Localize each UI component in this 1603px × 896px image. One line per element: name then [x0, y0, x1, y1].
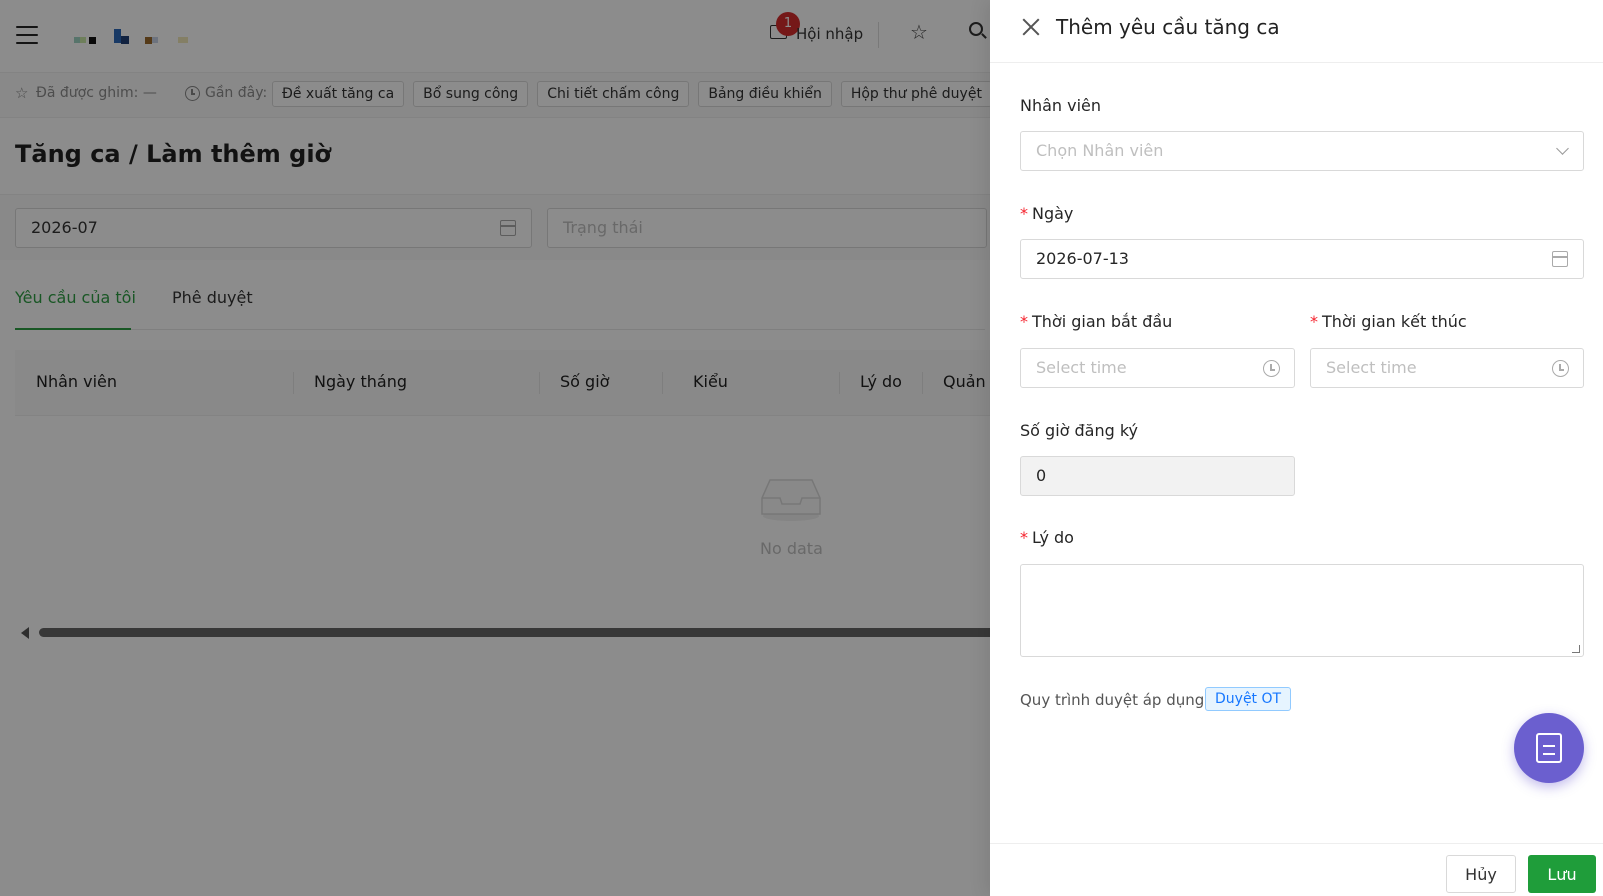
save-button[interactable]: Lưu: [1528, 855, 1596, 893]
end-time-label: * Thời gian kết thúc: [1310, 312, 1467, 331]
required-mark: *: [1020, 312, 1028, 331]
start-time-label: * Thời gian bắt đầu: [1020, 312, 1173, 331]
clock-icon: [1263, 360, 1280, 377]
chevron-down-icon: [1556, 142, 1569, 155]
cancel-button[interactable]: Hủy: [1446, 855, 1516, 893]
chatbot-button[interactable]: [1514, 713, 1584, 783]
employee-placeholder: Chọn Nhân viên: [1036, 141, 1164, 160]
reason-textarea[interactable]: [1020, 564, 1584, 657]
start-time-input[interactable]: Select time: [1020, 348, 1295, 388]
hours-input: 0: [1020, 456, 1295, 496]
modal-overlay[interactable]: [0, 0, 990, 896]
resize-handle-icon[interactable]: [1572, 645, 1580, 653]
required-mark: *: [1020, 528, 1028, 547]
start-time-placeholder: Select time: [1036, 358, 1127, 377]
approval-flow-label: Quy trình duyệt áp dụng:: [1020, 691, 1210, 709]
reason-label: * Lý do: [1020, 528, 1074, 547]
date-label: * Ngày: [1020, 204, 1074, 223]
hours-value: 0: [1036, 466, 1047, 485]
employee-label: Nhân viên: [1020, 96, 1102, 115]
employee-select[interactable]: Chọn Nhân viên: [1020, 131, 1584, 171]
required-mark: *: [1310, 312, 1318, 331]
bot-icon: [1536, 733, 1562, 763]
calendar-icon: [1552, 251, 1568, 267]
date-value: 2026-07-13: [1036, 249, 1129, 268]
drawer-header: Thêm yêu cầu tăng ca: [990, 0, 1603, 63]
drawer-title: Thêm yêu cầu tăng ca: [1056, 15, 1280, 39]
required-mark: *: [1020, 204, 1028, 223]
approval-flow-tag[interactable]: Duyệt OT: [1205, 687, 1292, 711]
end-time-placeholder: Select time: [1326, 358, 1417, 377]
close-icon[interactable]: [1020, 16, 1042, 38]
end-time-input[interactable]: Select time: [1310, 348, 1584, 388]
date-input[interactable]: 2026-07-13: [1020, 239, 1584, 279]
hours-label: Số giờ đăng ký: [1020, 421, 1139, 440]
clock-icon: [1552, 360, 1569, 377]
